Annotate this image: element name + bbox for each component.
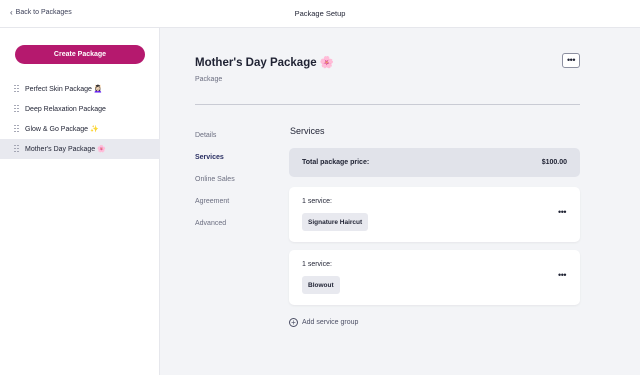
service-group-card: 1 service: Signature Haircut ••• xyxy=(289,187,580,242)
tab-agreement[interactable]: Agreement xyxy=(195,197,275,219)
service-count-label: 1 service: xyxy=(302,261,332,268)
sidebar-item-label: Deep Relaxation Package xyxy=(25,105,106,113)
service-chip[interactable]: Signature Haircut xyxy=(302,213,369,231)
service-group-card: 1 service: Blowout ••• xyxy=(289,250,580,305)
sidebar-item-label: Perfect Skin Package 💆🏻‍♀️ xyxy=(25,86,103,93)
drag-handle-icon[interactable] xyxy=(14,124,19,134)
sidebar-item-deep-relaxation[interactable]: Deep Relaxation Package xyxy=(0,99,160,119)
create-package-button[interactable]: Create Package xyxy=(15,45,145,64)
package-subnav: Details Services Online Sales Agreement … xyxy=(195,131,275,241)
package-list: Perfect Skin Package 💆🏻‍♀️ Deep Relaxati… xyxy=(0,79,160,159)
more-icon: ••• xyxy=(567,55,575,65)
main-panel: Mother's Day Package 🌸 Package ••• Detai… xyxy=(160,28,640,375)
drag-handle-icon[interactable] xyxy=(14,144,19,154)
tab-advanced[interactable]: Advanced xyxy=(195,219,275,241)
tab-details[interactable]: Details xyxy=(195,131,275,153)
services-section-title: Services xyxy=(290,126,325,136)
total-price-bar: Total package price: $100.00 xyxy=(289,148,580,177)
divider xyxy=(195,104,580,105)
package-title: Mother's Day Package 🌸 xyxy=(195,57,335,69)
top-bar: ‹ Back to Packages Package Setup xyxy=(0,0,640,28)
tab-online-sales[interactable]: Online Sales xyxy=(195,175,275,197)
sidebar-item-glow-and-go[interactable]: Glow & Go Package ✨ xyxy=(0,119,160,139)
add-service-group-label: Add service group xyxy=(302,319,359,326)
more-options-button[interactable]: ••• xyxy=(562,53,580,68)
more-icon[interactable]: ••• xyxy=(558,208,566,217)
page-title: Package Setup xyxy=(294,9,346,18)
package-subtitle: Package xyxy=(195,76,223,83)
sidebar: Create Package Perfect Skin Package 💆🏻‍♀… xyxy=(0,28,160,375)
total-price-value: $100.00 xyxy=(541,159,567,166)
plus-circle-icon: + xyxy=(289,318,298,327)
service-count-label: 1 service: xyxy=(302,198,332,205)
sidebar-item-perfect-skin[interactable]: Perfect Skin Package 💆🏻‍♀️ xyxy=(0,79,160,99)
service-chip[interactable]: Blowout xyxy=(302,276,340,294)
drag-handle-icon[interactable] xyxy=(14,84,19,94)
add-service-group-button[interactable]: + Add service group xyxy=(289,318,358,327)
sidebar-item-label: Glow & Go Package ✨ xyxy=(25,126,99,133)
sidebar-item-label: Mother's Day Package 🌸 xyxy=(25,146,106,153)
drag-handle-icon[interactable] xyxy=(14,104,19,114)
more-icon[interactable]: ••• xyxy=(558,271,566,280)
total-price-label: Total package price: xyxy=(302,159,370,166)
tab-services[interactable]: Services xyxy=(195,153,275,175)
sidebar-item-mothers-day[interactable]: Mother's Day Package 🌸 xyxy=(0,139,160,159)
